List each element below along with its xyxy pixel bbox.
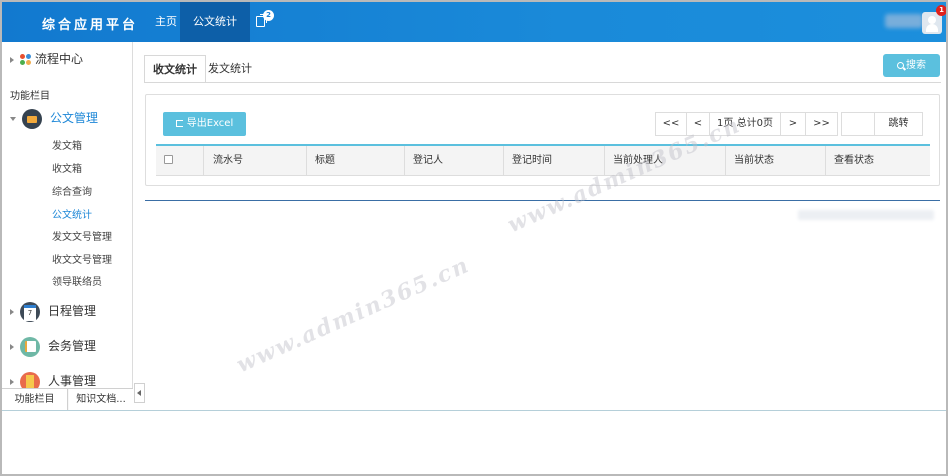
column-header[interactable]: 标题 xyxy=(307,146,405,176)
sidebar-item-inbox[interactable]: 收文箱 xyxy=(52,160,82,175)
tab-functions[interactable]: 功能栏目 xyxy=(2,389,68,410)
sidebar-group-schedule[interactable]: 日程管理 xyxy=(10,300,96,322)
search-button[interactable]: 搜索 xyxy=(883,54,940,77)
tab-knowledge[interactable]: 知识文档... xyxy=(69,389,133,410)
column-header[interactable]: 当前处理人 xyxy=(605,146,726,176)
section-title: 功能栏目 xyxy=(10,91,50,102)
caret-down-icon xyxy=(10,116,16,121)
flow-center[interactable]: 流程中心 xyxy=(10,50,83,66)
export-label: 导出Excel xyxy=(186,118,234,129)
page-jump-input[interactable] xyxy=(841,112,875,136)
tab-inbound-stats[interactable]: 收文统计 xyxy=(144,55,206,83)
column-header[interactable]: 流水号 xyxy=(205,146,307,176)
caret-right-icon xyxy=(10,378,14,385)
briefcase-icon xyxy=(22,108,42,129)
group-label: 会务管理 xyxy=(48,339,97,353)
sidebar-item-outbox[interactable]: 发文箱 xyxy=(52,137,82,152)
sidebar-item-outbound-number[interactable]: 发文文号管理 xyxy=(52,228,112,243)
results-table-header: 流水号 标题 登记人 登记时间 当前处理人 当前状态 查看状态 xyxy=(156,144,930,176)
username-blurred xyxy=(885,14,923,28)
column-header[interactable]: 登记时间 xyxy=(504,146,605,176)
export-excel-button[interactable]: 导出Excel xyxy=(163,112,246,136)
sidebar-item-liaison[interactable]: 领导联络员 xyxy=(52,273,102,288)
calendar-icon xyxy=(20,301,40,322)
tabs-divider xyxy=(144,82,941,83)
app-window: 综合应用平台 主页 公文统计 2 1 流程中心 功能栏目 公文管理 发文箱 收文… xyxy=(0,0,948,476)
export-icon xyxy=(175,120,183,127)
first-page-button[interactable]: << xyxy=(655,112,687,136)
watermark: www.admin365.cn xyxy=(232,251,474,379)
column-header[interactable]: 当前状态 xyxy=(726,146,826,176)
sidebar-item-stats[interactable]: 公文统计 xyxy=(52,206,92,221)
avatar-head xyxy=(928,16,936,24)
sidebar-tabs: 功能栏目 知识文档... xyxy=(2,388,133,410)
copyright-blurred xyxy=(798,210,934,220)
caret-right-icon xyxy=(10,56,14,63)
search-label: 搜索 xyxy=(906,60,926,71)
results-panel: 导出Excel << < 1页 总计0页 > >> 跳转 流水号 标题 登记人 … xyxy=(145,94,940,186)
page-info: 1页 总计0页 xyxy=(709,112,781,136)
last-page-button[interactable]: >> xyxy=(805,112,838,136)
next-page-button[interactable]: > xyxy=(780,112,806,136)
caret-right-icon xyxy=(10,343,14,350)
bottom-pane xyxy=(2,410,946,474)
group-label: 人事管理 xyxy=(48,374,97,388)
prev-page-button[interactable]: < xyxy=(686,112,710,136)
select-all-cell xyxy=(156,146,204,176)
messages-icon[interactable]: 2 xyxy=(250,2,280,42)
column-header[interactable]: 登记人 xyxy=(405,146,504,176)
avatar-body xyxy=(926,24,938,32)
jump-button[interactable]: 跳转 xyxy=(875,112,923,136)
apps-icon xyxy=(20,53,32,66)
search-icon xyxy=(897,62,904,69)
sidebar: 流程中心 功能栏目 公文管理 发文箱 收文箱 综合查询 公文统计 发文文号管理 … xyxy=(2,42,133,410)
select-all-checkbox[interactable] xyxy=(164,155,173,164)
nav-document-stats[interactable]: 公文统计 xyxy=(180,2,250,42)
content-divider xyxy=(145,200,940,201)
tab-outbound-stats[interactable]: 发文统计 xyxy=(200,55,260,83)
sidebar-item-query[interactable]: 综合查询 xyxy=(52,183,92,198)
collapse-sidebar-button[interactable] xyxy=(134,383,145,403)
caret-right-icon xyxy=(10,308,14,315)
notification-badge: 1 xyxy=(936,5,946,16)
sidebar-group-document[interactable]: 公文管理 xyxy=(10,107,98,129)
group-label: 公文管理 xyxy=(50,111,99,125)
flow-center-label: 流程中心 xyxy=(35,52,84,66)
sidebar-group-meeting[interactable]: 会务管理 xyxy=(10,335,96,357)
column-header[interactable]: 查看状态 xyxy=(826,146,930,176)
sidebar-item-inbound-number[interactable]: 收文文号管理 xyxy=(52,251,112,266)
brand-title: 综合应用平台 xyxy=(42,18,139,33)
group-label: 日程管理 xyxy=(48,304,97,318)
message-count-badge: 2 xyxy=(263,10,274,21)
notepad-icon xyxy=(20,336,40,357)
top-bar: 综合应用平台 主页 公文统计 2 1 xyxy=(2,2,946,42)
